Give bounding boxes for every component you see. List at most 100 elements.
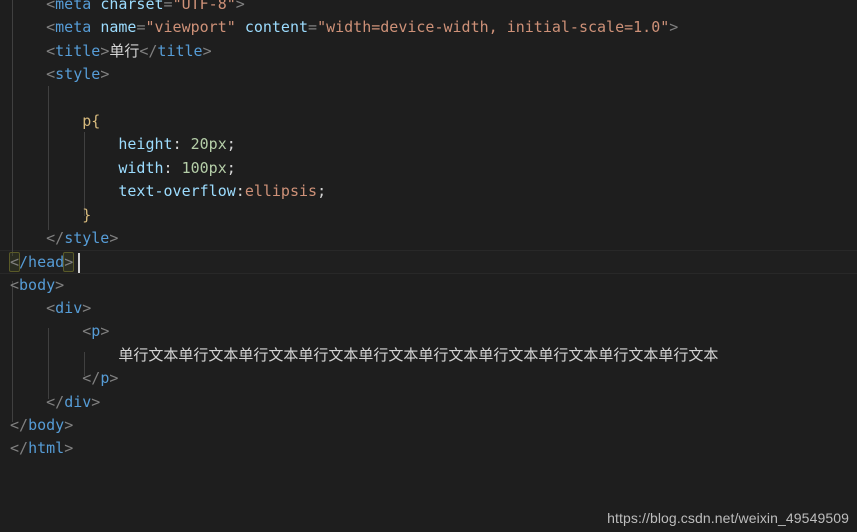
line-title-token-5: title xyxy=(157,41,203,60)
line-head-close-token-1: /head xyxy=(19,253,65,272)
line-title[interactable]: <title>单行</title> xyxy=(0,40,857,63)
line-style-close[interactable]: </style> xyxy=(0,227,857,250)
line-div-close-token-1: div xyxy=(64,392,92,411)
line-style-close-token-1: style xyxy=(64,228,110,247)
line-body-close-token-0: </ xyxy=(10,416,29,435)
line-css-selector-p-content: p{ xyxy=(0,110,857,133)
line-css-text-overflow-token-1: : xyxy=(235,182,245,201)
line-head-close-token-0: < xyxy=(8,252,21,273)
line-div-open-token-1: div xyxy=(55,299,83,318)
line-style-close-token-2: > xyxy=(109,228,119,247)
line-title-token-2: > xyxy=(100,41,110,60)
line-meta-charset-token-5: "UTF-8" xyxy=(172,0,236,13)
line-meta-charset-token-6: > xyxy=(235,0,245,13)
line-css-selector-p[interactable]: p{ xyxy=(0,110,857,133)
line-meta-charset-token-0: < xyxy=(46,0,56,13)
line-div-close-content: </div> xyxy=(0,391,857,414)
line-meta-viewport[interactable]: <meta name="viewport" content="width=dev… xyxy=(0,16,857,39)
line-css-width[interactable]: width: 100px; xyxy=(0,157,857,180)
watermark-url: https://blog.csdn.net/weixin_49549509 xyxy=(607,510,849,526)
line-title-token-4: </ xyxy=(139,41,158,60)
line-css-close-brace-content: } xyxy=(0,204,857,227)
line-body-open-token-1: body xyxy=(19,275,56,294)
line-style-open[interactable]: <style> xyxy=(0,63,857,86)
line-title-token-1: title xyxy=(55,41,101,60)
line-css-text-overflow-token-0: text-overflow xyxy=(118,182,236,201)
line-body-open-token-0: < xyxy=(10,275,20,294)
code-editor[interactable]: <meta charset="UTF-8"> <meta name="viewp… xyxy=(0,0,857,532)
line-html-close-content: </html> xyxy=(0,437,857,460)
line-meta-viewport-token-2 xyxy=(91,18,100,36)
line-meta-charset[interactable]: <meta charset="UTF-8"> xyxy=(0,0,857,16)
line-html-close-token-1: html xyxy=(28,439,65,458)
line-p-close-token-1: p xyxy=(100,369,110,388)
line-p-open[interactable]: <p> xyxy=(0,320,857,343)
line-p-close-token-2: > xyxy=(109,369,119,388)
line-div-open-content: <div> xyxy=(0,297,857,320)
line-css-close-brace-token-0: } xyxy=(82,205,92,224)
line-div-open[interactable]: <div> xyxy=(0,297,857,320)
line-style-close-content: </style> xyxy=(0,227,857,250)
line-meta-viewport-token-7: content xyxy=(244,18,309,37)
line-p-open-token-0: < xyxy=(82,322,92,341)
line-title-token-0: < xyxy=(46,41,56,60)
line-meta-charset-content: <meta charset="UTF-8"> xyxy=(0,0,857,16)
code-text-area[interactable]: <meta charset="UTF-8"> <meta name="viewp… xyxy=(0,0,857,461)
line-p-content-token-0: 单行文本单行文本单行文本单行文本单行文本单行文本单行文本单行文本单行文本单行文本 xyxy=(118,345,719,364)
line-p-open-token-2: > xyxy=(100,322,110,341)
line-p-content[interactable]: 单行文本单行文本单行文本单行文本单行文本单行文本单行文本单行文本单行文本单行文本 xyxy=(0,344,857,367)
line-css-width-token-3: ; xyxy=(226,158,236,177)
line-p-close-token-0: </ xyxy=(82,369,101,388)
line-css-height-token-0: height xyxy=(118,135,173,154)
line-html-close-token-2: > xyxy=(64,439,74,458)
line-css-close-brace[interactable]: } xyxy=(0,204,857,227)
line-blank-1[interactable] xyxy=(0,87,857,110)
line-meta-viewport-content: <meta name="viewport" content="width=dev… xyxy=(0,16,857,39)
line-body-close-token-1: body xyxy=(28,416,65,435)
line-meta-viewport-token-3: name xyxy=(100,18,137,37)
text-cursor xyxy=(78,253,80,273)
line-div-open-token-0: < xyxy=(46,299,56,318)
line-head-close[interactable]: </head> xyxy=(0,250,857,274)
line-body-close[interactable]: </body> xyxy=(0,414,857,437)
line-p-open-token-1: p xyxy=(91,322,101,341)
line-css-text-overflow[interactable]: text-overflow:ellipsis; xyxy=(0,180,857,203)
line-p-close[interactable]: </p> xyxy=(0,367,857,390)
line-css-selector-p-token-0: p{ xyxy=(82,111,101,130)
line-meta-viewport-token-1: meta xyxy=(55,18,92,37)
line-p-content-content: 单行文本单行文本单行文本单行文本单行文本单行文本单行文本单行文本单行文本单行文本 xyxy=(0,344,857,367)
line-div-open-token-2: > xyxy=(82,299,92,318)
line-title-token-6: > xyxy=(202,41,212,60)
line-css-text-overflow-token-3: ; xyxy=(317,182,327,201)
line-blank-1-content xyxy=(0,87,857,110)
line-p-close-content: </p> xyxy=(0,367,857,390)
line-div-close-token-0: </ xyxy=(46,392,65,411)
line-css-width-token-2: 100px xyxy=(181,158,227,177)
line-meta-charset-token-4: = xyxy=(163,0,173,13)
line-meta-viewport-token-6 xyxy=(236,18,245,36)
line-div-close[interactable]: </div> xyxy=(0,391,857,414)
line-body-close-content: </body> xyxy=(0,414,857,437)
line-meta-viewport-token-8: = xyxy=(308,18,318,37)
line-css-width-content: width: 100px; xyxy=(0,157,857,180)
line-css-height-token-1: : xyxy=(172,135,191,154)
line-css-height[interactable]: height: 20px; xyxy=(0,133,857,156)
line-title-content: <title>单行</title> xyxy=(0,40,857,63)
line-body-open-token-2: > xyxy=(55,275,65,294)
line-css-height-token-3: ; xyxy=(226,135,236,154)
line-meta-viewport-token-0: < xyxy=(46,18,56,37)
line-css-width-token-1: : xyxy=(163,158,182,177)
line-body-open[interactable]: <body> xyxy=(0,274,857,297)
line-meta-charset-token-3: charset xyxy=(100,0,164,13)
line-html-close[interactable]: </html> xyxy=(0,437,857,460)
